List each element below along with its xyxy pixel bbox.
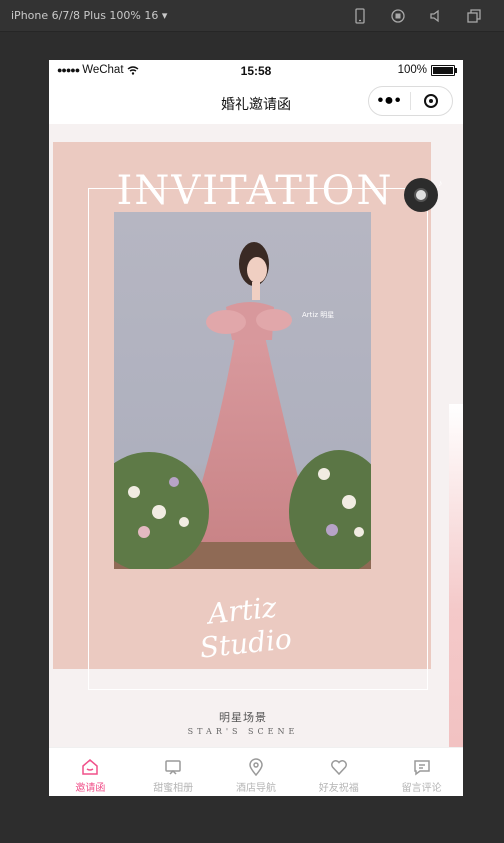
tab-label: 留言评论 [401, 783, 442, 794]
tab-label: 甜蜜相册 [153, 783, 194, 794]
invitation-headline: INVITATION [116, 168, 394, 214]
status-bar-right: 100% [397, 64, 457, 76]
tab-label: 邀请函 [75, 783, 106, 794]
scene-subtitle: STAR'S SCENE [187, 727, 299, 736]
music-toggle-button[interactable] [404, 178, 438, 212]
tab-bar: 邀请函 甜蜜相册 酒店导航 好友祝福 留言评论 [49, 747, 463, 796]
comment-icon [413, 760, 430, 776]
devtools-toolbar: iPhone 6/7/8 Plus 100% 16 ▾ [0, 0, 504, 32]
battery-icon [431, 64, 457, 76]
speaker-icon[interactable] [428, 8, 444, 24]
devtools-icons [352, 0, 504, 31]
tab-album[interactable]: 甜蜜相册 [132, 748, 215, 796]
tab-comments[interactable]: 留言评论 [380, 748, 463, 796]
record-icon[interactable] [390, 8, 406, 24]
phone-icon[interactable] [352, 7, 368, 24]
invitation-content[interactable]: Artiz 明星 INVITATION ♪ Artiz Studio 明星场景 … [49, 124, 463, 747]
tab-invitation[interactable]: 邀请函 [49, 748, 132, 796]
album-icon [165, 760, 181, 775]
couple-photo: Artiz 明星 [114, 212, 371, 569]
side-strip [449, 404, 463, 747]
music-note-icon: ♪ [438, 178, 443, 188]
window-icon[interactable] [466, 8, 482, 24]
home-icon [82, 759, 99, 775]
menu-capsule: •●• [368, 86, 453, 116]
tab-label: 酒店导航 [235, 783, 276, 794]
target-icon [424, 94, 439, 108]
music-disc-icon [414, 188, 428, 202]
battery-percent: 100% [397, 64, 427, 76]
status-bar: ●●●●● WeChat 15:58 100% [49, 60, 463, 82]
tab-navigation[interactable]: 酒店导航 [215, 748, 298, 796]
location-icon [249, 758, 263, 776]
heart-icon [330, 760, 347, 776]
more-icon[interactable]: •●• [369, 92, 410, 110]
close-miniprogram-button[interactable] [411, 94, 452, 108]
svg-text:Artiz 明星: Artiz 明星 [302, 311, 334, 319]
scene-title: 明星场景 [219, 712, 267, 724]
nav-bar: 婚礼邀请函 •●• [49, 82, 463, 124]
device-select[interactable]: iPhone 6/7/8 Plus 100% 16 ▾ [11, 9, 167, 22]
phone-simulator: ●●●●● WeChat 15:58 100% 婚礼邀请函 •●• Artiz … [49, 60, 463, 796]
tab-label: 好友祝福 [318, 783, 359, 794]
tab-blessings[interactable]: 好友祝福 [297, 748, 380, 796]
